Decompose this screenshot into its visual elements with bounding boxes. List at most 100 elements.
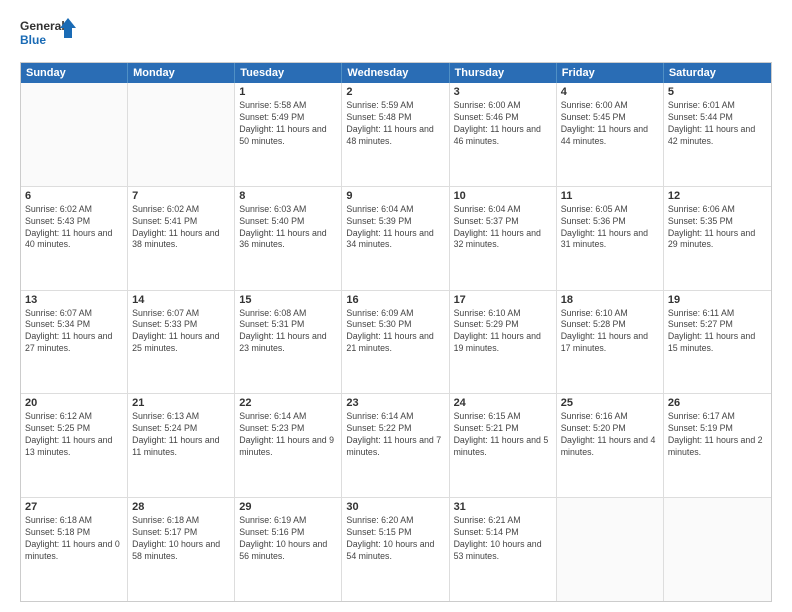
cell-info: Sunrise: 6:17 AM Sunset: 5:19 PM Dayligh…: [668, 411, 767, 459]
day-cell-8: 8 Sunrise: 6:03 AM Sunset: 5:40 PM Daylig…: [235, 187, 342, 290]
cell-info: Sunrise: 5:59 AM Sunset: 5:48 PM Dayligh…: [346, 100, 444, 148]
page: General Blue SundayMondayTuesdayWednesda…: [0, 0, 792, 612]
day-cell-19: 19 Sunrise: 6:11 AM Sunset: 5:27 PM Dayli…: [664, 291, 771, 394]
cell-info: Sunrise: 6:08 AM Sunset: 5:31 PM Dayligh…: [239, 308, 337, 356]
cell-info: Sunrise: 6:11 AM Sunset: 5:27 PM Dayligh…: [668, 308, 767, 356]
cell-info: Sunrise: 6:01 AM Sunset: 5:44 PM Dayligh…: [668, 100, 767, 148]
day-cell-6: 6 Sunrise: 6:02 AM Sunset: 5:43 PM Daylig…: [21, 187, 128, 290]
calendar-header: SundayMondayTuesdayWednesdayThursdayFrid…: [21, 63, 771, 83]
calendar-body: 1Sunrise: 5:58 AM Sunset: 5:49 PM Daylig…: [21, 83, 771, 601]
day-cell-7: 7 Sunrise: 6:02 AM Sunset: 5:41 PM Daylig…: [128, 187, 235, 290]
day-number: 8: [239, 190, 337, 202]
cell-info: Sunrise: 5:58 AM Sunset: 5:49 PM Dayligh…: [239, 100, 337, 148]
day-cell-25: 25Sunrise: 6:16 AM Sunset: 5:20 PM Dayli…: [557, 394, 664, 497]
day-number: 21: [132, 397, 230, 409]
day-number: 18: [561, 294, 659, 306]
header-day-saturday: Saturday: [664, 63, 771, 83]
day-cell-31: 31 Sunrise: 6:21 AM Sunset: 5:14 PM Dayli…: [450, 498, 557, 601]
day-number: 19: [668, 294, 767, 306]
day-cell-3: 3Sunrise: 6:00 AM Sunset: 5:46 PM Daylig…: [450, 83, 557, 186]
cell-info: Sunrise: 6:13 AM Sunset: 5:24 PM Dayligh…: [132, 411, 230, 459]
day-number: 10: [454, 190, 552, 202]
day-number: 9: [346, 190, 444, 202]
day-cell-17: 17 Sunrise: 6:10 AM Sunset: 5:29 PM Dayli…: [450, 291, 557, 394]
cell-info: Sunrise: 6:06 AM Sunset: 5:35 PM Dayligh…: [668, 204, 767, 252]
cell-info: Sunrise: 6:02 AM Sunset: 5:41 PM Dayligh…: [132, 204, 230, 252]
header: General Blue: [20, 16, 772, 52]
day-cell-14: 14 Sunrise: 6:07 AM Sunset: 5:33 PM Dayli…: [128, 291, 235, 394]
svg-text:General: General: [20, 19, 65, 33]
cell-info: Sunrise: 6:18 AM Sunset: 5:18 PM Dayligh…: [25, 515, 123, 563]
header-day-tuesday: Tuesday: [235, 63, 342, 83]
cell-info: Sunrise: 6:00 AM Sunset: 5:45 PM Dayligh…: [561, 100, 659, 148]
day-cell-4: 4Sunrise: 6:00 AM Sunset: 5:45 PM Daylig…: [557, 83, 664, 186]
day-number: 12: [668, 190, 767, 202]
day-cell-29: 29Sunrise: 6:19 AM Sunset: 5:16 PM Dayli…: [235, 498, 342, 601]
cell-info: Sunrise: 6:21 AM Sunset: 5:14 PM Dayligh…: [454, 515, 552, 563]
day-number: 27: [25, 501, 123, 513]
cell-info: Sunrise: 6:05 AM Sunset: 5:36 PM Dayligh…: [561, 204, 659, 252]
day-number: 11: [561, 190, 659, 202]
day-cell-12: 12 Sunrise: 6:06 AM Sunset: 5:35 PM Dayli…: [664, 187, 771, 290]
day-number: 29: [239, 501, 337, 513]
calendar-week-3: 13Sunrise: 6:07 AM Sunset: 5:34 PM Dayli…: [21, 290, 771, 394]
cell-info: Sunrise: 6:12 AM Sunset: 5:25 PM Dayligh…: [25, 411, 123, 459]
day-number: 7: [132, 190, 230, 202]
day-number: 5: [668, 86, 767, 98]
empty-cell: [128, 83, 235, 186]
day-cell-28: 28 Sunrise: 6:18 AM Sunset: 5:17 PM Dayli…: [128, 498, 235, 601]
header-day-monday: Monday: [128, 63, 235, 83]
empty-cell: [664, 498, 771, 601]
calendar-week-5: 27 Sunrise: 6:18 AM Sunset: 5:18 PM Dayli…: [21, 497, 771, 601]
cell-info: Sunrise: 6:16 AM Sunset: 5:20 PM Dayligh…: [561, 411, 659, 459]
day-number: 6: [25, 190, 123, 202]
cell-info: Sunrise: 6:09 AM Sunset: 5:30 PM Dayligh…: [346, 308, 444, 356]
day-number: 23: [346, 397, 444, 409]
cell-info: Sunrise: 6:14 AM Sunset: 5:22 PM Dayligh…: [346, 411, 444, 459]
day-cell-21: 21 Sunrise: 6:13 AM Sunset: 5:24 PM Dayli…: [128, 394, 235, 497]
day-cell-10: 10Sunrise: 6:04 AM Sunset: 5:37 PM Dayli…: [450, 187, 557, 290]
day-cell-22: 22Sunrise: 6:14 AM Sunset: 5:23 PM Dayli…: [235, 394, 342, 497]
day-number: 14: [132, 294, 230, 306]
empty-cell: [557, 498, 664, 601]
calendar-week-2: 6 Sunrise: 6:02 AM Sunset: 5:43 PM Daylig…: [21, 186, 771, 290]
day-number: 15: [239, 294, 337, 306]
header-day-friday: Friday: [557, 63, 664, 83]
day-cell-20: 20 Sunrise: 6:12 AM Sunset: 5:25 PM Dayli…: [21, 394, 128, 497]
day-number: 28: [132, 501, 230, 513]
cell-info: Sunrise: 6:15 AM Sunset: 5:21 PM Dayligh…: [454, 411, 552, 459]
calendar-week-4: 20 Sunrise: 6:12 AM Sunset: 5:25 PM Dayli…: [21, 393, 771, 497]
day-number: 20: [25, 397, 123, 409]
day-number: 24: [454, 397, 552, 409]
day-number: 17: [454, 294, 552, 306]
cell-info: Sunrise: 6:00 AM Sunset: 5:46 PM Dayligh…: [454, 100, 552, 148]
cell-info: Sunrise: 6:02 AM Sunset: 5:43 PM Dayligh…: [25, 204, 123, 252]
calendar: SundayMondayTuesdayWednesdayThursdayFrid…: [20, 62, 772, 602]
day-number: 2: [346, 86, 444, 98]
day-cell-15: 15 Sunrise: 6:08 AM Sunset: 5:31 PM Dayli…: [235, 291, 342, 394]
day-cell-27: 27 Sunrise: 6:18 AM Sunset: 5:18 PM Dayli…: [21, 498, 128, 601]
day-number: 30: [346, 501, 444, 513]
day-cell-23: 23 Sunrise: 6:14 AM Sunset: 5:22 PM Dayli…: [342, 394, 449, 497]
cell-info: Sunrise: 6:10 AM Sunset: 5:29 PM Dayligh…: [454, 308, 552, 356]
header-day-wednesday: Wednesday: [342, 63, 449, 83]
calendar-week-1: 1Sunrise: 5:58 AM Sunset: 5:49 PM Daylig…: [21, 83, 771, 186]
day-cell-5: 5 Sunrise: 6:01 AM Sunset: 5:44 PM Daylig…: [664, 83, 771, 186]
logo: General Blue: [20, 16, 76, 52]
day-cell-9: 9Sunrise: 6:04 AM Sunset: 5:39 PM Daylig…: [342, 187, 449, 290]
header-day-thursday: Thursday: [450, 63, 557, 83]
header-day-sunday: Sunday: [21, 63, 128, 83]
day-cell-24: 24 Sunrise: 6:15 AM Sunset: 5:21 PM Dayli…: [450, 394, 557, 497]
cell-info: Sunrise: 6:07 AM Sunset: 5:33 PM Dayligh…: [132, 308, 230, 356]
day-cell-30: 30Sunrise: 6:20 AM Sunset: 5:15 PM Dayli…: [342, 498, 449, 601]
cell-info: Sunrise: 6:07 AM Sunset: 5:34 PM Dayligh…: [25, 308, 123, 356]
day-cell-1: 1Sunrise: 5:58 AM Sunset: 5:49 PM Daylig…: [235, 83, 342, 186]
svg-text:Blue: Blue: [20, 33, 46, 47]
day-number: 31: [454, 501, 552, 513]
day-cell-11: 11 Sunrise: 6:05 AM Sunset: 5:36 PM Dayli…: [557, 187, 664, 290]
cell-info: Sunrise: 6:03 AM Sunset: 5:40 PM Dayligh…: [239, 204, 337, 252]
cell-info: Sunrise: 6:10 AM Sunset: 5:28 PM Dayligh…: [561, 308, 659, 356]
logo-svg: General Blue: [20, 16, 76, 52]
day-cell-13: 13Sunrise: 6:07 AM Sunset: 5:34 PM Dayli…: [21, 291, 128, 394]
cell-info: Sunrise: 6:18 AM Sunset: 5:17 PM Dayligh…: [132, 515, 230, 563]
